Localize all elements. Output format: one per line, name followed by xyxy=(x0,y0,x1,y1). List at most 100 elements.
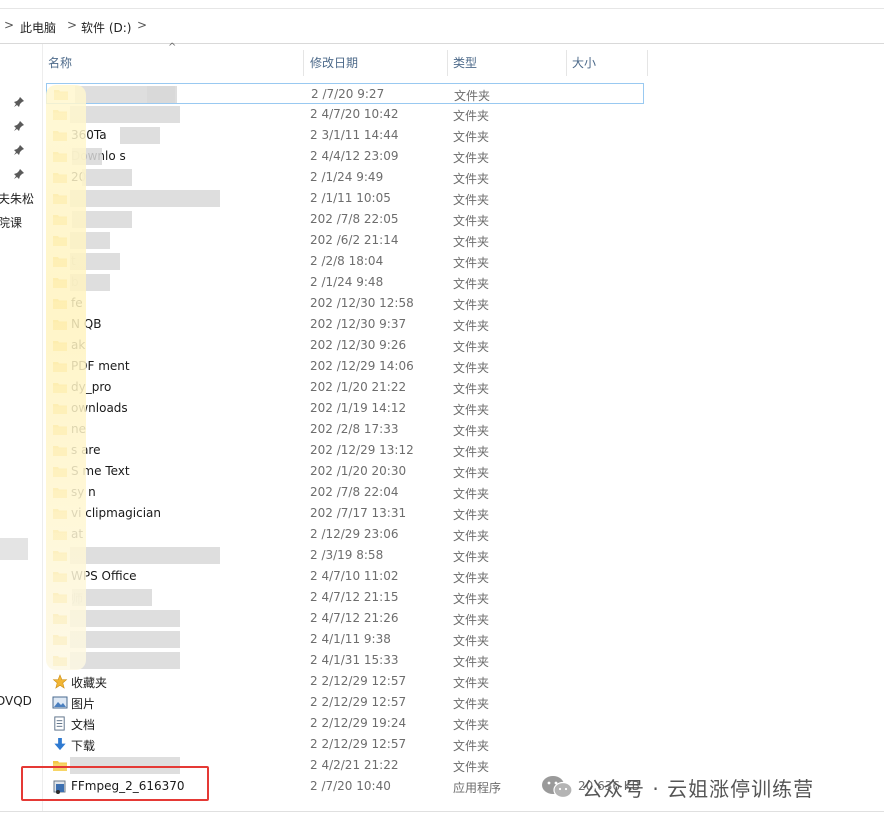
documents-icon xyxy=(52,716,68,731)
folder-row[interactable]: 2 4/7/12 21:26 文件夹 xyxy=(42,608,884,629)
modified-date: 2 /7/20 10:40 xyxy=(310,779,391,793)
address-bar[interactable]: > 此电脑 > 软件 (D:) > xyxy=(0,9,884,44)
modified-date: 2 /1/11 10:05 xyxy=(310,191,391,205)
file-name[interactable]: 图片 xyxy=(71,695,95,712)
modified-date: 2 /2/8 18:04 xyxy=(310,254,384,268)
folder-row[interactable]: ne202 /2/8 17:33文件夹 xyxy=(42,419,884,440)
pin-icon[interactable] xyxy=(13,144,25,156)
modified-date: 2 4/7/12 21:26 xyxy=(310,611,399,625)
column-divider[interactable] xyxy=(647,50,648,76)
folder-row[interactable]: 图片 2 2/12/29 12:57 文件夹 xyxy=(42,692,884,713)
folder-row[interactable]: 2 /1/11 10:05 文件夹 xyxy=(42,188,884,209)
watermark-text: 公众号 · 云姐涨停训练营 xyxy=(582,776,815,801)
pin-icon[interactable] xyxy=(13,120,25,132)
folder-row[interactable]: s are202 /12/29 13:12文件夹 xyxy=(42,440,884,461)
folder-row[interactable]: 下载 2 2/12/29 12:57 文件夹 xyxy=(42,734,884,755)
folder-row[interactable]: 360Ta 2 3/1/11 14:44 文件夹 xyxy=(42,125,884,146)
redaction-mosaic xyxy=(120,127,160,144)
file-type: 文件夹 xyxy=(453,319,490,333)
file-name[interactable]: 文档 xyxy=(71,716,95,733)
folder-row[interactable]: t2 /2/8 18:04文件夹 xyxy=(42,251,884,272)
folder-row[interactable]: 2 /7/20 9:27 文件夹 xyxy=(46,83,644,104)
file-type: 文件夹 xyxy=(453,592,490,606)
modified-date: 202 /12/30 12:58 xyxy=(310,296,414,310)
modified-date: 202 /12/30 9:26 xyxy=(310,338,407,352)
folder-row[interactable]: 202 /6/2 21:14 文件夹 xyxy=(42,230,884,251)
folder-row[interactable]: 202 /1/24 9:49文件夹 xyxy=(42,167,884,188)
nav-item-label[interactable]: 夫朱松 xyxy=(0,190,34,207)
redaction-mosaic xyxy=(70,547,220,564)
breadcrumb-drive-d[interactable]: 软件 (D:) xyxy=(81,19,131,36)
file-type: 文件夹 xyxy=(453,571,490,585)
folder-row[interactable]: at2 /12/29 23:06文件夹 xyxy=(42,524,884,545)
modified-date: 2 /7/20 9:27 xyxy=(311,87,385,101)
file-type: 文件夹 xyxy=(453,130,490,144)
modified-date: 2 4/2/21 21:22 xyxy=(310,758,399,772)
folder-row[interactable]: N QB 202 /12/30 9:37 文件夹 xyxy=(42,314,884,335)
modified-date: 202 /1/20 21:22 xyxy=(310,380,407,394)
modified-date: 202 /12/29 14:06 xyxy=(310,359,414,373)
modified-date: 202 /7/17 13:31 xyxy=(310,506,407,520)
file-type: 文件夹 xyxy=(453,382,490,396)
chevron-right-icon[interactable]: > xyxy=(4,18,14,32)
file-type: 文件夹 xyxy=(453,655,490,669)
folder-row[interactable]: dy_pro 202 /1/20 21:22 文件夹 xyxy=(42,377,884,398)
pin-icon[interactable] xyxy=(13,168,25,180)
modified-date: 2 2/12/29 12:57 xyxy=(310,737,407,751)
folder-row[interactable]: 2 4/1/31 15:33 文件夹 xyxy=(42,650,884,671)
file-type: 文件夹 xyxy=(453,445,490,459)
folder-row[interactable]: PDF ment 202 /12/29 14:06 文件夹 xyxy=(42,356,884,377)
file-type: 文件夹 xyxy=(453,214,490,228)
pin-icon[interactable] xyxy=(13,96,25,108)
folder-row[interactable]: S me Text 202 /1/20 20:30 文件夹 xyxy=(42,461,884,482)
downloads-icon xyxy=(52,737,68,751)
wechat-icon xyxy=(542,776,573,799)
folder-row[interactable]: ownloads 202 /1/19 14:12 文件夹 xyxy=(42,398,884,419)
file-type: 文件夹 xyxy=(453,340,490,354)
column-header-date[interactable]: 修改日期 xyxy=(304,44,447,80)
file-type: 文件夹 xyxy=(453,403,490,417)
redaction-mosaic xyxy=(70,610,180,627)
nav-item-label[interactable]: DVQD xyxy=(0,694,32,708)
modified-date: 202 /2/8 17:33 xyxy=(310,422,399,436)
folder-row[interactable]: WPS Office 2 4/7/10 11:02 文件夹 xyxy=(42,566,884,587)
folder-row[interactable]: sy n202 /7/8 22:04文件夹 xyxy=(42,482,884,503)
folder-row[interactable]: 202 /7/8 22:05 文件夹 xyxy=(42,209,884,230)
folder-row[interactable]: b2 /1/24 9:48文件夹 xyxy=(42,272,884,293)
modified-date: 2 4/4/12 23:09 xyxy=(310,149,399,163)
star-icon xyxy=(52,674,68,689)
folder-row[interactable]: fe202 /12/30 12:58文件夹 xyxy=(42,293,884,314)
breadcrumb-this-pc[interactable]: 此电脑 xyxy=(20,19,56,36)
redaction-smear xyxy=(46,85,86,670)
file-type: 文件夹 xyxy=(453,424,490,438)
file-name[interactable]: 收藏夹 xyxy=(71,674,107,691)
folder-row[interactable]: 2 4/1/11 9:38 文件夹 xyxy=(42,629,884,650)
folder-row[interactable]: ak202 /12/30 9:26文件夹 xyxy=(42,335,884,356)
column-header-size[interactable]: 大小 xyxy=(566,44,648,80)
nav-item-label[interactable]: 院课 xyxy=(0,214,22,231)
modified-date: 202 /1/20 20:30 xyxy=(310,464,407,478)
nav-item-redacted[interactable] xyxy=(0,538,28,560)
folder-row[interactable]: 收藏夹 2 2/12/29 12:57 文件夹 xyxy=(42,671,884,692)
file-type: 文件夹 xyxy=(453,613,490,627)
folder-row[interactable]: 2 /3/19 8:58 文件夹 xyxy=(42,545,884,566)
folder-row[interactable]: Downlo s2 4/4/12 23:09文件夹 xyxy=(42,146,884,167)
redaction-mosaic xyxy=(82,169,132,186)
watermark: 公众号 · 云姐涨停训练营 xyxy=(540,772,814,802)
file-type: 文件夹 xyxy=(453,529,490,543)
folder-row[interactable]: 2 4/7/20 10:42 文件夹 xyxy=(42,104,884,125)
file-type: 文件夹 xyxy=(453,676,490,690)
folder-row[interactable]: 文档 2 2/12/29 19:24 文件夹 xyxy=(42,713,884,734)
file-type: 文件夹 xyxy=(454,89,491,103)
chevron-right-icon[interactable]: > xyxy=(137,18,147,32)
file-name[interactable]: 下载 xyxy=(71,737,95,754)
chevron-right-icon[interactable]: > xyxy=(67,18,77,32)
redaction-mosaic xyxy=(70,652,180,669)
file-type: 文件夹 xyxy=(453,697,490,711)
folder-row[interactable]: vi clipmagician 202 /7/17 13:31 文件夹 xyxy=(42,503,884,524)
folder-row[interactable]: 师2 4/7/12 21:15文件夹 xyxy=(42,587,884,608)
column-header-name[interactable]: 名称 xyxy=(42,44,304,80)
file-type: 文件夹 xyxy=(453,277,490,291)
column-header-type[interactable]: 类型 xyxy=(447,44,566,80)
file-type: 文件夹 xyxy=(453,760,490,774)
